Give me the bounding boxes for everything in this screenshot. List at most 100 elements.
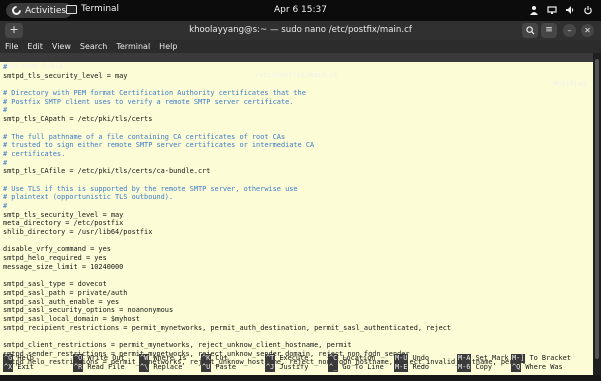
minimize-icon: – xyxy=(567,26,572,35)
comment-line[interactable]: # xyxy=(3,202,591,211)
shortcut-cut: ^K Cut xyxy=(201,354,228,363)
person-icon[interactable] xyxy=(528,4,539,15)
shortcut-read-file: ^R Read File xyxy=(73,363,125,372)
search-icon xyxy=(525,26,535,35)
shortcut-label: Replace xyxy=(153,363,183,371)
shortcut-key: ^W xyxy=(139,354,150,363)
shortcut-label: Redo xyxy=(412,363,430,371)
shortcut-write-out: ^O Write Out xyxy=(73,354,125,363)
window-title: khoolayyang@s:~ — sudo nano /etc/postfix… xyxy=(189,25,412,35)
shortcut-key: ^C xyxy=(328,354,339,363)
config-line[interactable]: smtpd_sasl_security_options = noanonymou… xyxy=(3,306,591,315)
config-line[interactable]: smtpd_recipient_restrictions = permit_my… xyxy=(3,324,591,333)
shortcut-label: Read File xyxy=(87,363,125,371)
shortcut-key: M-] xyxy=(511,354,526,363)
close-button[interactable]: ✕ xyxy=(581,24,594,37)
config-line[interactable]: smtpd_sasl_local_domain = $myhost xyxy=(3,315,591,324)
config-line[interactable]: smtpd_sasl_type = dovecot xyxy=(3,280,591,289)
menu-edit[interactable]: Edit xyxy=(27,42,43,51)
power-icon[interactable] xyxy=(582,4,593,15)
shortcut-justify: ^J Justify xyxy=(265,363,308,372)
search-button[interactable] xyxy=(522,23,538,38)
shortcut-label: Copy xyxy=(475,363,493,371)
nano-editor[interactable]: GNU nano 5.6.1 /etc/postfix/main.cf Modi… xyxy=(0,53,593,375)
shortcut-undo: M-U Undo xyxy=(394,354,429,363)
menu-file[interactable]: File xyxy=(5,42,18,51)
file-content[interactable]: # smtpd_tls_security_level = may # Directo… xyxy=(3,63,591,367)
shortcut-label: Justify xyxy=(279,363,309,371)
close-icon: ✕ xyxy=(584,26,591,35)
nano-shortcut-bar: ^G Help ^X Exit ^O Write Out ^R Read File ^W Wher… xyxy=(3,354,593,374)
shortcut-execute: ^T Execute xyxy=(265,354,308,363)
clock[interactable]: Apr 6 15:37 xyxy=(0,5,601,15)
shortcut-label: Paste xyxy=(215,363,237,371)
shortcut-key: ^K xyxy=(201,354,212,363)
config-line[interactable]: shlib_directory = /usr/lib64/postfix xyxy=(3,228,591,237)
config-line[interactable]: smtpd_tls_security_level = may xyxy=(3,72,591,81)
system-tray[interactable] xyxy=(528,4,593,15)
config-line[interactable]: smtpd_helo_required = yes xyxy=(3,254,591,263)
network-icon[interactable] xyxy=(546,4,557,15)
comment-line[interactable]: # xyxy=(3,106,591,115)
shortcut-where-was: ^Q Where Was xyxy=(511,363,563,372)
shortcut-key: ^_ xyxy=(328,363,339,372)
shortcut-key: M-6 xyxy=(457,363,472,372)
comment-line[interactable]: # trusted to sign either remote SMTP ser… xyxy=(3,141,591,150)
config-line[interactable] xyxy=(3,124,591,133)
comment-line[interactable]: # certificates. xyxy=(3,150,591,159)
comment-line[interactable]: # Postfix SMTP client uses to verify a r… xyxy=(3,98,591,107)
shortcut-label: Execute xyxy=(279,354,309,362)
config-line[interactable] xyxy=(3,176,591,185)
config-line[interactable]: smtpd_client_restrictions = permit_mynet… xyxy=(3,341,591,350)
comment-line[interactable]: # Directory with PEM format Certificatio… xyxy=(3,89,591,98)
shortcut-key: ^T xyxy=(265,354,276,363)
config-line[interactable]: smtpd_sasl_auth_enable = yes xyxy=(3,298,591,307)
menu-search[interactable]: Search xyxy=(80,42,107,51)
comment-line[interactable]: # Use TLS if this is supported by the re… xyxy=(3,185,591,194)
minimize-button[interactable]: – xyxy=(563,24,576,37)
shortcut-set-mark: M-A Set Mark xyxy=(457,354,509,363)
nano-header: GNU nano 5.6.1 /etc/postfix/main.cf Modi… xyxy=(0,53,593,88)
shortcut-key: M-U xyxy=(394,354,409,363)
terminal-titlebar: + khoolayyang@s:~ — sudo nano /etc/postf… xyxy=(0,21,601,40)
config-line[interactable]: smtpd_sasl_path = private/auth xyxy=(3,289,591,298)
shortcut-key: ^X xyxy=(3,363,14,372)
config-line[interactable] xyxy=(3,272,591,281)
scrollbar-thumb[interactable] xyxy=(595,59,599,359)
config-line[interactable]: smtp_tls_CAfile = /etc/pki/tls/certs/ca-… xyxy=(3,167,591,176)
shortcut-to-bracket: M-] To Bracket xyxy=(511,354,571,363)
scrollbar[interactable] xyxy=(593,53,601,375)
shortcut-label: To Bracket xyxy=(529,354,571,362)
menu-terminal[interactable]: Terminal xyxy=(116,42,150,51)
shortcut-label: Undo xyxy=(412,354,430,362)
config-line[interactable]: message_size_limit = 10240000 xyxy=(3,263,591,272)
menu-view[interactable]: View xyxy=(52,42,71,51)
shortcut-label: Exit xyxy=(17,363,34,371)
volume-icon[interactable] xyxy=(564,4,575,15)
shortcut-redo: M-E Redo xyxy=(394,363,429,372)
config-line[interactable] xyxy=(3,332,591,341)
shortcut-paste: ^U Paste xyxy=(201,363,236,372)
shortcut-label: Help xyxy=(17,354,34,362)
config-line[interactable] xyxy=(3,80,591,89)
comment-line[interactable]: # plaintext (opportunistic TLS outbound)… xyxy=(3,193,591,202)
shortcut-label: Location xyxy=(342,354,376,362)
menu-help[interactable]: Help xyxy=(159,42,177,51)
config-line[interactable]: smtp_tls_security_level = may xyxy=(3,211,591,220)
terminal-menubar: File Edit View Search Terminal Help xyxy=(0,40,601,53)
config-line[interactable] xyxy=(3,237,591,246)
shortcut-location: ^C Location xyxy=(328,354,376,363)
shortcut-key: ^U xyxy=(201,363,212,372)
shortcut-label: Set Mark xyxy=(475,354,509,362)
comment-line[interactable]: # xyxy=(3,63,591,72)
shortcut-key: M-E xyxy=(394,363,409,372)
shortcut-where-is: ^W Where Is xyxy=(139,354,187,363)
comment-line[interactable]: # The full pathname of a file containing… xyxy=(3,133,591,142)
config-line[interactable]: meta_directory = /etc/postfix xyxy=(3,219,591,228)
comment-line[interactable]: # xyxy=(3,159,591,168)
config-line[interactable]: smtp_tls_CApath = /etc/pki/tls/certs xyxy=(3,115,591,124)
menu-button[interactable]: ≡ xyxy=(541,23,557,38)
config-line[interactable]: disable_vrfy_command = yes xyxy=(3,245,591,254)
shortcut-key: ^O xyxy=(73,354,84,363)
shortcut-key: ^Q xyxy=(511,363,522,372)
